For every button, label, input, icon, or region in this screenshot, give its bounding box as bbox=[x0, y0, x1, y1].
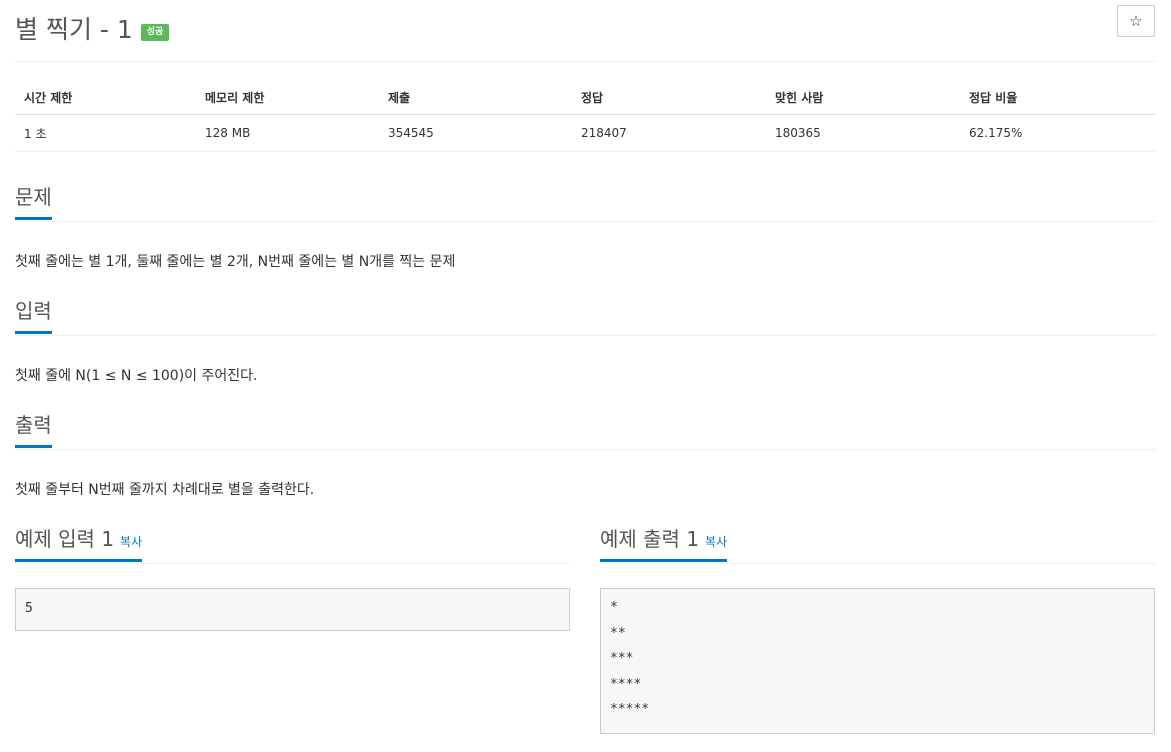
value-memory-limit: 128 MB bbox=[196, 114, 379, 152]
sample-output-title-text: 예제 출력 1 bbox=[600, 527, 700, 551]
copy-sample-output-button[interactable]: 복사 bbox=[705, 535, 727, 549]
header-submissions: 제출 bbox=[379, 81, 572, 115]
copy-sample-input-button[interactable]: 복사 bbox=[120, 535, 142, 549]
section-output-head: 출력 bbox=[15, 411, 1155, 450]
value-solved-users[interactable]: 180365 bbox=[766, 114, 960, 152]
problem-info-table: 시간 제한 메모리 제한 제출 정답 맞힌 사람 정답 비율 1 초 128 M… bbox=[15, 81, 1155, 152]
sample-input-title: 예제 입력 1 복사 bbox=[15, 525, 143, 562]
sample-output-title: 예제 출력 1 복사 bbox=[600, 525, 728, 562]
star-icon: ☆ bbox=[1129, 12, 1143, 30]
header-memory-limit: 메모리 제한 bbox=[196, 81, 379, 115]
section-input-text: 첫째 줄에 N(1 ≤ N ≤ 100)이 주어진다. bbox=[15, 368, 258, 384]
section-input-head: 입력 bbox=[15, 297, 1155, 336]
header-accepted: 정답 bbox=[572, 81, 766, 115]
value-submissions[interactable]: 354545 bbox=[379, 114, 572, 152]
problem-title-text: 별 찍기 - 1 bbox=[15, 15, 133, 44]
section-description-head: 문제 bbox=[15, 183, 1155, 222]
info-header-row: 시간 제한 메모리 제한 제출 정답 맞힌 사람 정답 비율 bbox=[15, 81, 1155, 115]
sample-output-head: 예제 출력 1 복사 bbox=[600, 525, 1155, 564]
value-accept-ratio: 62.175% bbox=[960, 114, 1155, 152]
sample-input-box[interactable]: 5 bbox=[15, 588, 570, 631]
header-time-limit: 시간 제한 bbox=[15, 81, 196, 115]
title-row: 별 찍기 - 1 성공 ☆ bbox=[15, 0, 1155, 62]
info-value-row: 1 초 128 MB 354545 218407 180365 62.175% bbox=[15, 114, 1155, 152]
value-accepted[interactable]: 218407 bbox=[572, 114, 766, 152]
section-input-title: 입력 bbox=[15, 297, 52, 334]
section-description-text: 첫째 줄에는 별 1개, 둘째 줄에는 별 2개, N번째 줄에는 별 N개를 … bbox=[15, 254, 456, 270]
status-badge: 성공 bbox=[140, 24, 170, 41]
section-output-title: 출력 bbox=[15, 411, 52, 448]
section-input: 입력 첫째 줄에 N(1 ≤ N ≤ 100)이 주어진다. bbox=[15, 297, 1155, 384]
header-accept-ratio: 정답 비율 bbox=[960, 81, 1155, 115]
header-solved-users: 맞힌 사람 bbox=[766, 81, 960, 115]
problem-title: 별 찍기 - 1 성공 bbox=[15, 10, 170, 46]
problem-page: 별 찍기 - 1 성공 ☆ 시간 제한 메모리 제한 제출 정답 맞힌 사람 정답… bbox=[15, 0, 1155, 734]
sample-input-title-text: 예제 입력 1 bbox=[15, 527, 115, 551]
section-description: 문제 첫째 줄에는 별 1개, 둘째 줄에는 별 2개, N번째 줄에는 별 N… bbox=[15, 183, 1155, 270]
section-description-title: 문제 bbox=[15, 183, 52, 220]
favorite-button[interactable]: ☆ bbox=[1117, 5, 1155, 37]
section-output-text: 첫째 줄부터 N번째 줄까지 차례대로 별을 출력한다. bbox=[15, 482, 315, 498]
sample-input-head: 예제 입력 1 복사 bbox=[15, 525, 570, 564]
section-output: 출력 첫째 줄부터 N번째 줄까지 차례대로 별을 출력한다. bbox=[15, 411, 1155, 498]
sample-output-column: 예제 출력 1 복사 * ** *** **** ***** bbox=[600, 525, 1155, 734]
value-time-limit: 1 초 bbox=[15, 114, 196, 152]
sample-input-column: 예제 입력 1 복사 5 bbox=[15, 525, 570, 631]
sample-output-box[interactable]: * ** *** **** ***** bbox=[600, 588, 1155, 734]
